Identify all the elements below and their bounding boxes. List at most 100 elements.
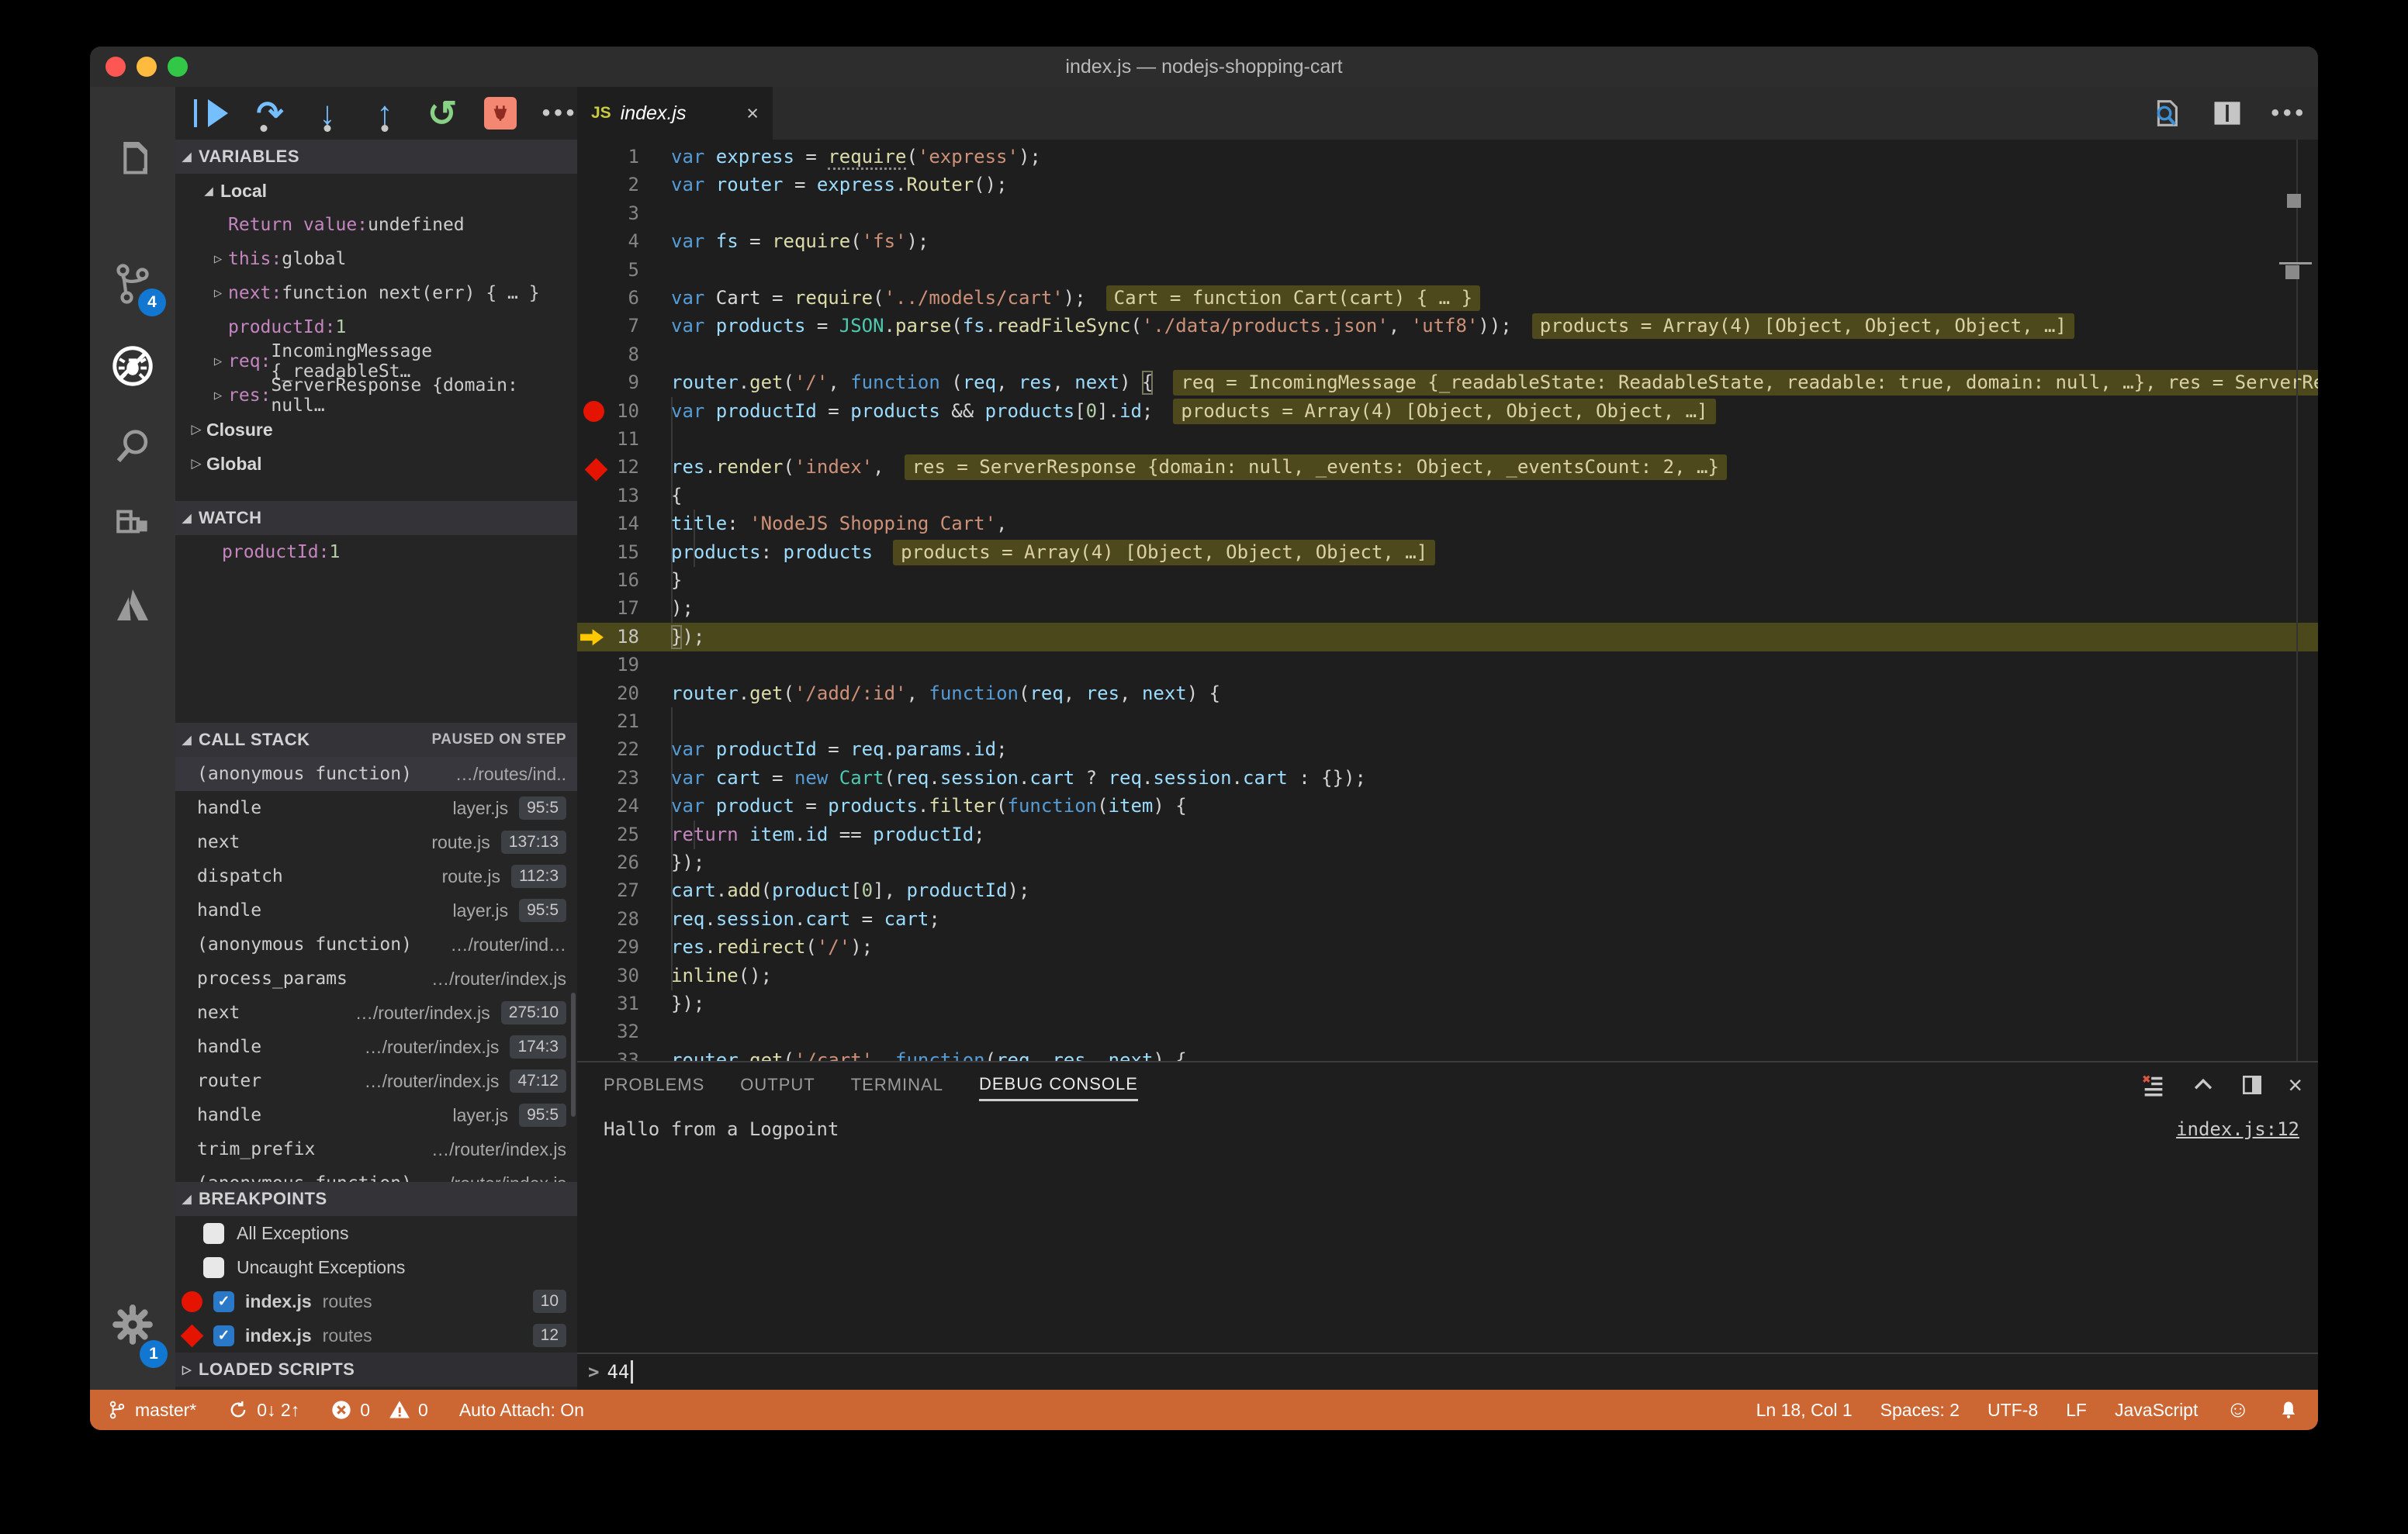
indentation-status[interactable]: Spaces: 2 <box>1880 1400 1960 1421</box>
breakpoints-header[interactable]: ◢ BREAKPOINTS <box>175 1182 577 1216</box>
call-stack-frame[interactable]: handle layer.js 95:5 <box>175 1098 577 1132</box>
code-line[interactable]: 25 return item.id == productId; <box>577 820 2318 849</box>
restart-button[interactable]: ↺ <box>427 93 458 133</box>
code-line[interactable]: 5 <box>577 256 2318 285</box>
code-line[interactable]: 19 <box>577 651 2318 679</box>
call-stack-frame[interactable]: next route.js 137:13 <box>175 825 577 859</box>
code-line[interactable]: 1 var express = require('express'); <box>577 143 2318 171</box>
logpoint-icon[interactable] <box>584 458 608 482</box>
encoding-status[interactable]: UTF-8 <box>1988 1400 2038 1421</box>
variable-row[interactable]: ▷ next: function next(err) { … } <box>175 276 577 310</box>
variables-header[interactable]: ◢ VARIABLES <box>175 140 577 174</box>
code-line[interactable]: 10 var productId = products && products[… <box>577 396 2318 426</box>
checkbox-unchecked[interactable] <box>203 1256 224 1278</box>
split-editor-icon[interactable] <box>2210 96 2244 130</box>
code-line[interactable]: 6 var Cart = require('../models/cart'); Ca… <box>577 284 2318 313</box>
call-stack-frame[interactable]: dispatch route.js 112:3 <box>175 859 577 893</box>
sync-status[interactable]: 0↓ 2↑ <box>227 1399 299 1421</box>
close-tab-icon[interactable]: × <box>746 102 759 126</box>
code-line[interactable]: 18}); <box>577 622 2318 651</box>
branch-status[interactable]: master* <box>107 1398 196 1422</box>
minimize-window-button[interactable] <box>137 57 157 77</box>
code-line[interactable]: 12 res.render('index', res = ServerRespon… <box>577 453 2318 482</box>
code-line[interactable]: 31}); <box>577 990 2318 1018</box>
clear-console-icon[interactable] <box>2140 1072 2167 1098</box>
tab-index-js[interactable]: JS index.js × <box>577 87 773 140</box>
language-status[interactable]: JavaScript <box>2115 1400 2198 1421</box>
code-line[interactable]: 2 var router = express.Router(); <box>577 171 2318 199</box>
code-line[interactable]: 11 <box>577 425 2318 454</box>
code-line[interactable]: 30 inline(); <box>577 961 2318 990</box>
call-stack-frame[interactable]: next …/router/index.js 275:10 <box>175 996 577 1030</box>
cursor-position-status[interactable]: Ln 18, Col 1 <box>1756 1400 1853 1421</box>
scope-row[interactable]: ▷ Closure <box>175 413 577 447</box>
code-editor[interactable]: 1 var express = require('express'); 2 var r… <box>577 140 2318 1061</box>
call-stack-frame[interactable]: router …/router/index.js 47:12 <box>175 1064 577 1098</box>
code-line[interactable]: 26 }); <box>577 848 2318 877</box>
step-over-button[interactable]: ↷ <box>254 96 285 132</box>
call-stack-header[interactable]: ◢ CALL STACK PAUSED ON STEP <box>175 723 577 757</box>
code-line[interactable]: 9 router.get('/', function (req, res, nex… <box>577 368 2318 397</box>
breakpoint-icon[interactable] <box>583 400 604 422</box>
code-line[interactable]: 14 title: 'NodeJS Shopping Cart', <box>577 510 2318 539</box>
loaded-scripts-header[interactable]: ▷ LOADED SCRIPTS <box>175 1353 577 1387</box>
code-line[interactable]: 22 var productId = req.params.id; <box>577 735 2318 765</box>
call-stack-frame[interactable]: handle …/router/index.js 174:3 <box>175 1030 577 1064</box>
code-line[interactable]: 32 <box>577 1017 2318 1046</box>
checkbox-unchecked[interactable] <box>203 1222 224 1244</box>
scope-row[interactable]: ▷ Global <box>175 447 577 481</box>
call-stack-frame[interactable]: process_params …/router/index.js <box>175 962 577 996</box>
console-source-link[interactable]: index.js:12 <box>2176 1118 2299 1149</box>
continue-button[interactable] <box>194 96 228 130</box>
variable-row[interactable]: productId: 1 <box>175 310 577 344</box>
variable-row[interactable]: ▷ res: ServerResponse {domain: null… <box>175 375 577 416</box>
close-window-button[interactable] <box>106 57 126 77</box>
code-line[interactable]: 24 var product = products.filter(functio… <box>577 792 2318 821</box>
eol-status[interactable]: LF <box>2066 1400 2087 1421</box>
code-line[interactable]: 7 var products = JSON.parse(fs.readFileSy… <box>577 312 2318 340</box>
breakpoint-row[interactable]: ✓ index.js routes 12 <box>175 1318 577 1353</box>
scope-local[interactable]: ◢ Local <box>175 174 577 208</box>
step-out-button[interactable]: ↑ <box>369 96 400 132</box>
panel-tab-terminal[interactable]: TERMINAL <box>851 1075 943 1100</box>
maximize-panel-icon[interactable] <box>2240 1073 2264 1097</box>
code-line[interactable]: 28 req.session.cart = cart; <box>577 904 2318 934</box>
call-stack-frame[interactable]: (anonymous function) …/router/ind… <box>175 928 577 962</box>
variable-row[interactable]: ▷ req: IncomingMessage {_readableSt… <box>175 341 577 382</box>
call-stack-frame[interactable]: (anonymous function)…/router/index.js <box>175 1166 577 1183</box>
call-stack-frame[interactable]: (anonymous function) …/routes/ind.. <box>175 757 577 791</box>
panel-tab-output[interactable]: OUTPUT <box>740 1075 815 1100</box>
variable-row[interactable]: ▷ this: global <box>175 242 577 276</box>
panel-tab-problems[interactable]: PROBLEMS <box>604 1075 704 1100</box>
auto-attach-status[interactable]: Auto Attach: On <box>459 1400 584 1421</box>
notifications-bell-icon[interactable] <box>2278 1399 2299 1421</box>
code-line[interactable]: 23 var cart = new Cart(req.session.cart … <box>577 763 2318 793</box>
close-panel-icon[interactable]: × <box>2288 1073 2302 1097</box>
code-line[interactable]: 21 <box>577 707 2318 736</box>
breakpoint-row[interactable]: ✓ index.js routes 10 <box>175 1284 577 1318</box>
code-line[interactable]: 3 <box>577 199 2318 228</box>
code-line[interactable]: 16 } <box>577 566 2318 595</box>
zoom-window-button[interactable] <box>168 57 188 77</box>
checkbox-checked[interactable]: ✓ <box>213 1325 234 1346</box>
sidebar-item-debug[interactable] <box>90 329 175 403</box>
collapse-panel-icon[interactable] <box>2190 1072 2216 1098</box>
watch-header[interactable]: ◢ WATCH <box>175 501 577 535</box>
sidebar-item-azure[interactable] <box>90 568 175 642</box>
exception-breakpoint-row[interactable]: Uncaught Exceptions <box>175 1250 577 1284</box>
code-line[interactable]: 15 products: products products = Array(4)… <box>577 537 2318 567</box>
sidebar-item-source-control[interactable]: 4 <box>90 247 175 321</box>
code-line[interactable]: 4 var fs = require('fs'); <box>577 227 2318 256</box>
exception-breakpoint-row[interactable]: All Exceptions <box>175 1216 577 1250</box>
watch-row[interactable]: productId: 1 <box>175 535 577 569</box>
code-line[interactable]: 29 res.redirect('/'); <box>577 933 2318 962</box>
sidebar-item-explorer[interactable] <box>90 124 175 199</box>
editor-more-actions-icon[interactable]: ••• <box>2271 100 2307 126</box>
sidebar-item-extensions[interactable] <box>90 487 175 561</box>
checkbox-checked[interactable]: ✓ <box>213 1290 234 1312</box>
sidebar-scrollbar[interactable] <box>571 993 576 1117</box>
call-stack-frame[interactable]: handle layer.js 95:5 <box>175 791 577 825</box>
sidebar-item-search[interactable] <box>90 409 175 484</box>
call-stack-frame[interactable]: trim_prefix …/router/index.js <box>175 1132 577 1166</box>
disconnect-button[interactable] <box>484 96 517 130</box>
